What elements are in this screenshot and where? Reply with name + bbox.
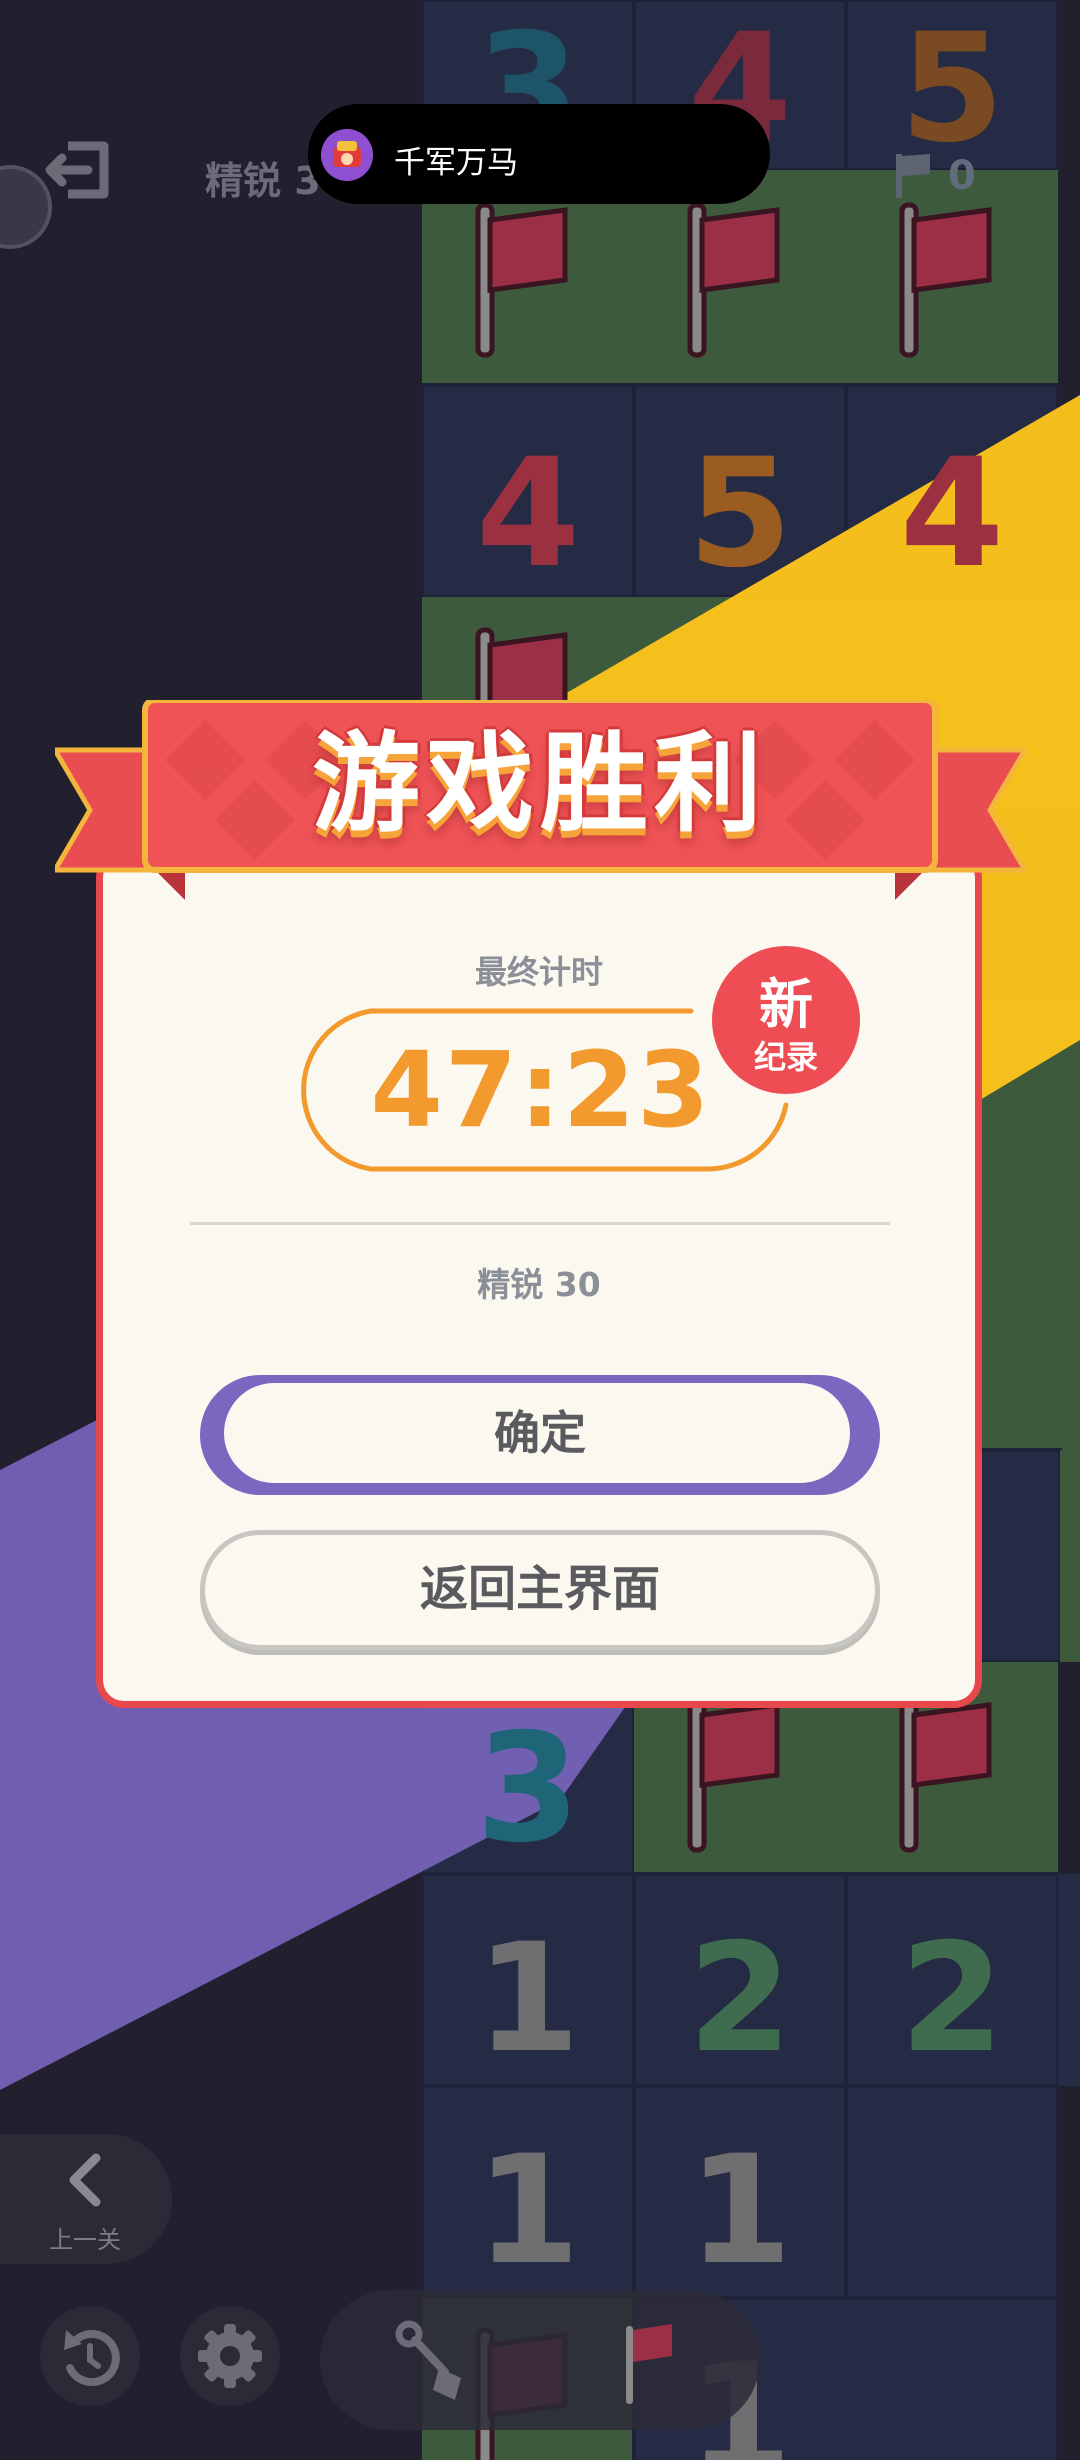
level-label: 精锐 3 [205,159,321,203]
shovel-icon[interactable] [395,2320,475,2410]
chevron-left-icon[interactable] [62,2150,110,2210]
svg-text:2: 2 [900,1912,1004,2086]
dialog-divider [190,1222,890,1225]
exit-icon[interactable] [40,130,120,210]
previous-level-label[interactable]: 上一关 [30,2220,140,2255]
restart-icon[interactable] [40,2306,140,2406]
tool-selector[interactable] [320,2290,760,2430]
notification-pill[interactable] [308,104,770,204]
svg-text:1: 1 [476,1912,580,2086]
new-record-line1: 新 [759,973,813,1036]
confirm-button-label[interactable]: 确定 [200,1375,880,1491]
svg-text:4: 4 [476,427,580,601]
settings-button[interactable] [180,2306,280,2406]
gear-icon[interactable] [180,2306,280,2406]
flag-tool-icon[interactable] [620,2320,680,2410]
notification-avatar [321,129,373,181]
svg-text:4: 4 [900,427,1004,601]
flag-count: 0 [948,153,976,199]
new-record-line2: 纪录 [753,1038,818,1076]
svg-text:2: 2 [688,1912,792,2086]
level-name: 精锐 30 [477,1265,601,1304]
svg-text:1: 1 [688,2124,792,2298]
svg-text:3: 3 [476,1702,580,1876]
svg-text:5: 5 [688,427,792,601]
back-to-home-label[interactable]: 返回主界面 [200,1530,880,1650]
notification-text: 千军万马 [394,145,518,181]
flag-icon [896,154,930,198]
restart-button[interactable] [40,2306,140,2406]
victory-title: 游戏胜利 [311,722,768,847]
svg-text:1: 1 [476,2124,580,2298]
